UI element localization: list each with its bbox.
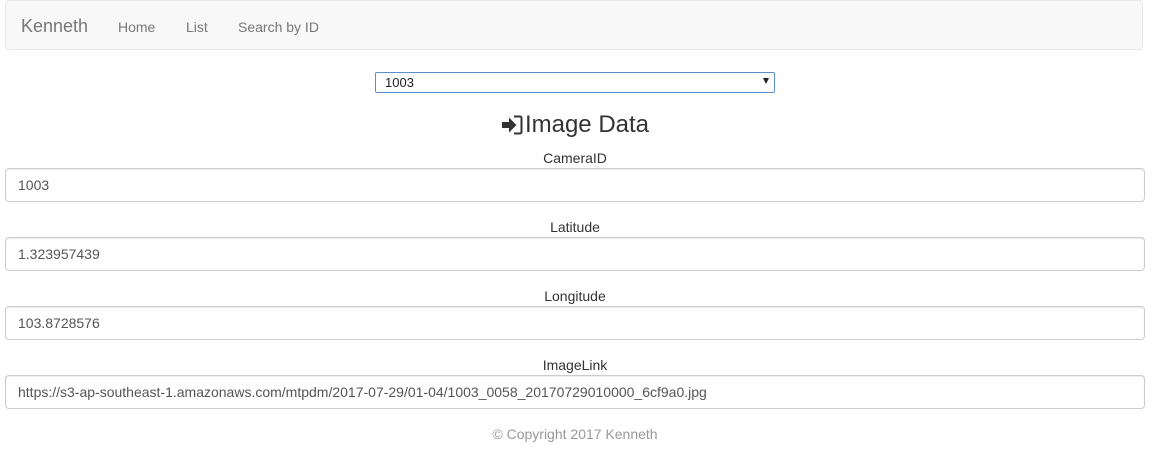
camera-id-select-value: 1003 (385, 75, 414, 90)
camera-id-field[interactable]: 1003 (5, 168, 1145, 202)
sign-in-icon (501, 113, 523, 143)
camera-id-select[interactable]: 1003 (375, 72, 775, 93)
latitude-field[interactable]: 1.323957439 (5, 237, 1145, 271)
navbar: Kenneth Home List Search by ID (5, 0, 1143, 50)
camera-id-value: 1003 (18, 177, 50, 193)
page-title-text: Image Data (524, 111, 650, 138)
camera-id-label: CameraID (543, 150, 607, 166)
footer-copyright: © Copyright 2017 Kenneth (492, 426, 658, 442)
nav-item-home[interactable]: Home (118, 18, 155, 36)
image-link-label: ImageLink (542, 357, 608, 373)
longitude-field[interactable]: 103.8728576 (5, 306, 1145, 340)
image-link-field[interactable]: https://s3-ap-southeast-1.amazonaws.com/… (5, 375, 1145, 409)
longitude-label: Longitude (544, 288, 606, 304)
longitude-value: 103.8728576 (18, 315, 100, 331)
page-title: Image Data (0, 110, 1150, 143)
navbar-brand[interactable]: Kenneth (21, 16, 88, 36)
chevron-down-icon (763, 78, 769, 84)
latitude-value: 1.323957439 (18, 246, 100, 262)
nav-item-list[interactable]: List (186, 18, 208, 36)
nav-item-search-by-id[interactable]: Search by ID (238, 18, 319, 36)
image-link-value: https://s3-ap-southeast-1.amazonaws.com/… (18, 384, 707, 400)
latitude-label: Latitude (550, 219, 600, 235)
